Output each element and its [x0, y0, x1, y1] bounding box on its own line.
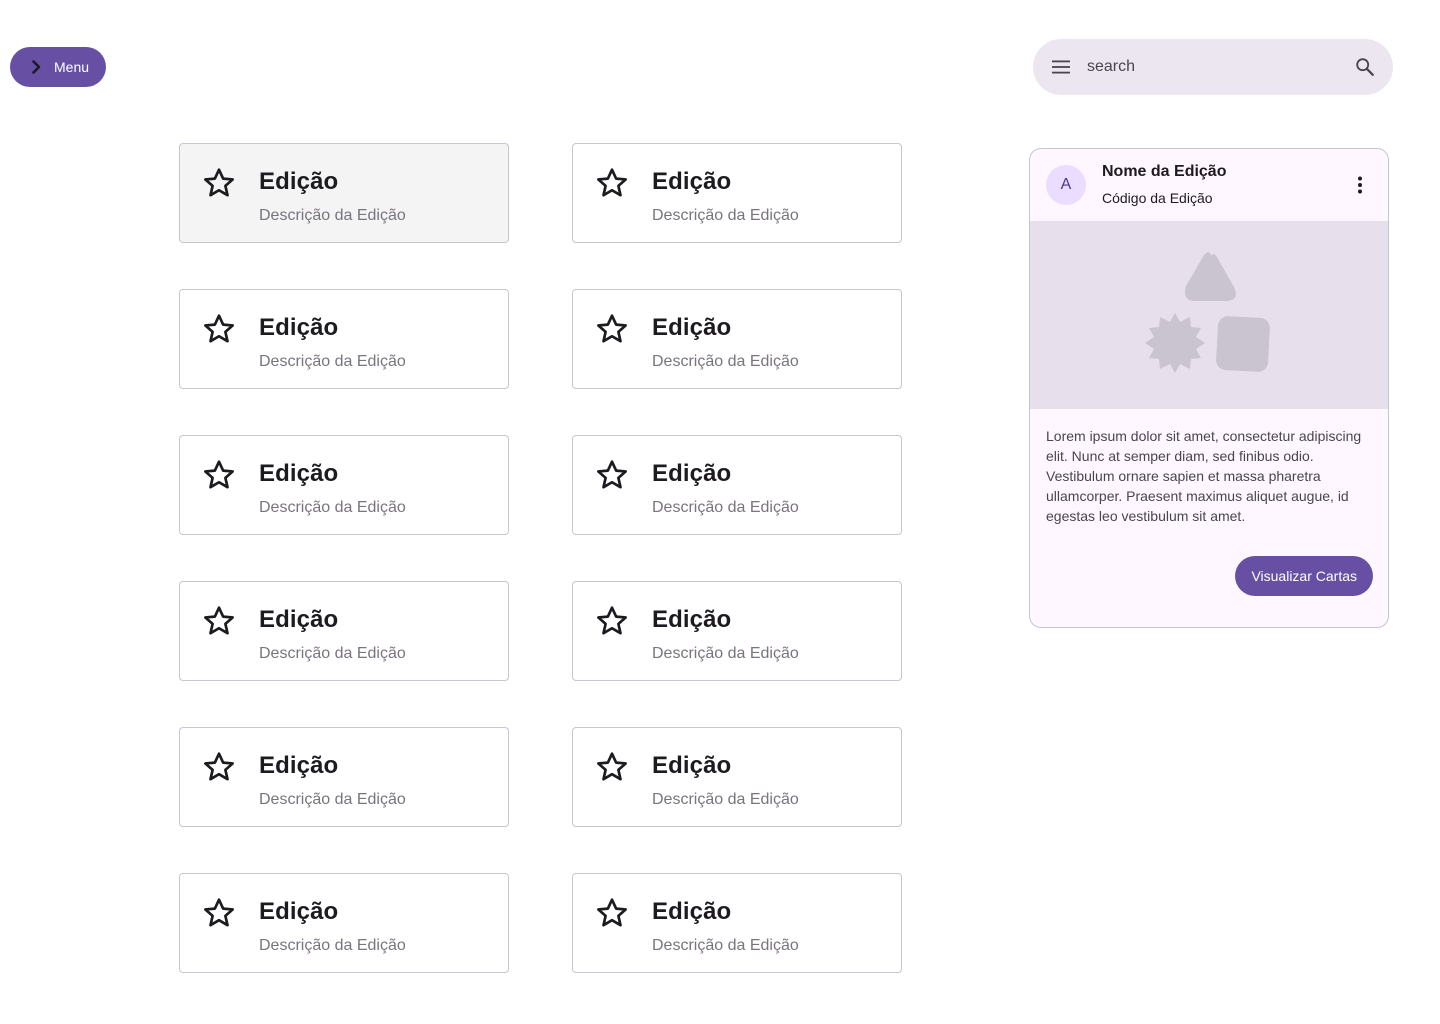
edition-description: Descrição da Edição: [259, 353, 406, 370]
star-icon[interactable]: [595, 604, 629, 638]
star-icon[interactable]: [595, 312, 629, 346]
edition-card[interactable]: Edição Descrição da Edição: [572, 581, 902, 681]
edition-card[interactable]: Edição Descrição da Edição: [179, 727, 509, 827]
edition-card[interactable]: Edição Descrição da Edição: [572, 289, 902, 389]
star-icon[interactable]: [595, 458, 629, 492]
detail-subtitle: Código da Edição: [1102, 190, 1213, 206]
edition-title: Edição: [652, 606, 732, 633]
edition-card[interactable]: Edição Descrição da Edição: [179, 581, 509, 681]
star-icon[interactable]: [595, 896, 629, 930]
edition-title: Edição: [259, 168, 339, 195]
edition-description: Descrição da Edição: [652, 353, 799, 370]
star-icon[interactable]: [202, 312, 236, 346]
detail-media: [1030, 221, 1388, 409]
edition-title: Edição: [652, 168, 732, 195]
more-vert-icon[interactable]: [1348, 173, 1372, 197]
detail-body-text: Lorem ipsum dolor sit amet, consectetur …: [1046, 428, 1362, 524]
edition-card[interactable]: Edição Descrição da Edição: [572, 873, 902, 973]
star-icon[interactable]: [202, 750, 236, 784]
search-icon[interactable]: [1353, 55, 1377, 79]
edition-card[interactable]: Edição Descrição da Edição: [179, 143, 509, 243]
edition-card[interactable]: Edição Descrição da Edição: [179, 435, 509, 535]
edition-detail-card: A Nome da Edição Código da Edição Lorem …: [1029, 148, 1389, 628]
hamburger-icon[interactable]: [1049, 55, 1073, 79]
search-bar[interactable]: [1033, 39, 1393, 95]
edition-card[interactable]: Edição Descrição da Edição: [572, 143, 902, 243]
menu-label: Menu: [54, 59, 90, 75]
edition-description: Descrição da Edição: [652, 645, 799, 662]
edition-description: Descrição da Edição: [259, 499, 406, 516]
star-icon[interactable]: [202, 896, 236, 930]
star-icon[interactable]: [595, 166, 629, 200]
edition-description: Descrição da Edição: [259, 645, 406, 662]
edition-title: Edição: [259, 606, 339, 633]
edition-description: Descrição da Edição: [259, 207, 406, 224]
edition-title: Edição: [259, 752, 339, 779]
edition-title: Edição: [259, 898, 339, 925]
edition-card[interactable]: Edição Descrição da Edição: [572, 727, 902, 827]
menu-button[interactable]: Menu: [10, 47, 106, 87]
avatar: A: [1046, 165, 1086, 205]
edition-description: Descrição da Edição: [259, 791, 406, 808]
detail-title: Nome da Edição: [1102, 163, 1227, 180]
star-icon[interactable]: [595, 750, 629, 784]
chevron-right-icon: [28, 59, 44, 75]
edition-description: Descrição da Edição: [652, 791, 799, 808]
star-icon[interactable]: [202, 458, 236, 492]
edition-description: Descrição da Edição: [652, 207, 799, 224]
edition-title: Edição: [652, 898, 732, 925]
edition-title: Edição: [652, 314, 732, 341]
star-icon[interactable]: [202, 166, 236, 200]
edition-description: Descrição da Edição: [652, 937, 799, 954]
edition-card[interactable]: Edição Descrição da Edição: [179, 873, 509, 973]
edition-card[interactable]: Edição Descrição da Edição: [572, 435, 902, 535]
detail-header: A Nome da Edição Código da Edição: [1030, 149, 1388, 221]
edition-description: Descrição da Edição: [259, 937, 406, 954]
page: Menu Edição Descrição da Edição Edição Desc…: [0, 0, 1440, 1024]
view-cards-button[interactable]: Visualizar Cartas: [1235, 556, 1373, 596]
edition-title: Edição: [652, 752, 732, 779]
star-icon[interactable]: [202, 604, 236, 638]
image-placeholder-shapes-icon: [1145, 252, 1270, 373]
edition-title: Edição: [259, 314, 339, 341]
edition-card[interactable]: Edição Descrição da Edição: [179, 289, 509, 389]
edition-description: Descrição da Edição: [652, 499, 799, 516]
edition-title: Edição: [652, 460, 732, 487]
search-input[interactable]: [1087, 58, 1339, 76]
edition-title: Edição: [259, 460, 339, 487]
